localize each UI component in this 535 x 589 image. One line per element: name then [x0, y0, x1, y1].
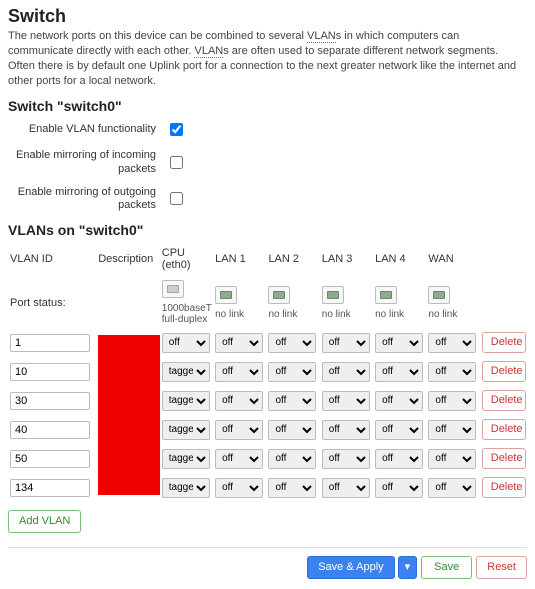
- port-status-lan1: no link: [215, 309, 264, 320]
- delete-vlan-button[interactable]: Delete: [482, 477, 526, 498]
- lan4-select[interactable]: offuntaggedtagged: [375, 478, 423, 498]
- port-icon-wan: [428, 286, 450, 304]
- lan4-select[interactable]: offuntaggedtagged: [375, 449, 423, 469]
- lan2-select[interactable]: offuntaggedtagged: [268, 449, 316, 469]
- lan2-select[interactable]: offuntaggedtagged: [268, 362, 316, 382]
- delete-vlan-button[interactable]: Delete: [482, 448, 526, 469]
- redacted-block: [98, 335, 160, 495]
- delete-vlan-button[interactable]: Delete: [482, 419, 526, 440]
- port-icon-lan3: [322, 286, 344, 304]
- vlan-row: offuntaggedtaggedoffuntaggedtaggedoffunt…: [8, 328, 527, 357]
- wan-select[interactable]: offuntaggedtagged: [428, 362, 476, 382]
- lan3-select[interactable]: offuntaggedtagged: [322, 478, 370, 498]
- port-status-label: Port status:: [8, 277, 96, 328]
- vlans-heading: VLANs on "switch0": [8, 222, 527, 238]
- lan3-select[interactable]: offuntaggedtagged: [322, 362, 370, 382]
- lan1-select[interactable]: offuntaggedtagged: [215, 449, 263, 469]
- lan4-select[interactable]: offuntaggedtagged: [375, 333, 423, 353]
- lan4-select[interactable]: offuntaggedtagged: [375, 420, 423, 440]
- lan3-select[interactable]: offuntaggedtagged: [322, 391, 370, 411]
- header-lan1: LAN 1: [213, 244, 266, 277]
- lan2-select[interactable]: offuntaggedtagged: [268, 333, 316, 353]
- header-cpu: CPU (eth0): [160, 244, 213, 277]
- cpu-select[interactable]: offuntaggedtagged: [162, 362, 210, 382]
- port-icon-cpu: [162, 280, 184, 298]
- wan-select[interactable]: offuntaggedtagged: [428, 449, 476, 469]
- wan-select[interactable]: offuntaggedtagged: [428, 391, 476, 411]
- vlan-row: offuntaggedtaggedoffuntaggedtaggedoffunt…: [8, 357, 527, 386]
- footer-actions: Save & Apply▾ Save Reset: [8, 547, 527, 589]
- header-lan3: LAN 3: [320, 244, 373, 277]
- wan-select[interactable]: offuntaggedtagged: [428, 420, 476, 440]
- lan1-select[interactable]: offuntaggedtagged: [215, 362, 263, 382]
- vlan-abbr: VLAN: [194, 45, 223, 58]
- port-icon-lan4: [375, 286, 397, 304]
- delete-vlan-button[interactable]: Delete: [482, 390, 526, 411]
- vlan-id-input[interactable]: [10, 363, 90, 381]
- lan4-select[interactable]: offuntaggedtagged: [375, 362, 423, 382]
- enable-vlan-checkbox[interactable]: [170, 123, 183, 136]
- lan3-select[interactable]: offuntaggedtagged: [322, 420, 370, 440]
- port-status-lan4: no link: [375, 309, 424, 320]
- switch-heading: Switch "switch0": [8, 98, 527, 114]
- page-description: The network ports on this device can be …: [8, 29, 527, 88]
- add-vlan-button[interactable]: Add VLAN: [8, 510, 81, 533]
- port-status-lan3: no link: [322, 309, 371, 320]
- vlan-id-input[interactable]: [10, 421, 90, 439]
- vlan-row: offuntaggedtaggedoffuntaggedtaggedoffunt…: [8, 386, 527, 415]
- port-status-row: Port status: 1000baseT full-duplex no li…: [8, 277, 527, 328]
- lan1-select[interactable]: offuntaggedtagged: [215, 391, 263, 411]
- vlan-id-input[interactable]: [10, 392, 90, 410]
- save-button[interactable]: Save: [421, 556, 472, 579]
- lan3-select[interactable]: offuntaggedtagged: [322, 333, 370, 353]
- mirror-incoming-checkbox[interactable]: [170, 156, 183, 169]
- vlan-abbr: VLAN: [307, 30, 336, 43]
- page-title: Switch: [8, 6, 527, 27]
- header-lan4: LAN 4: [373, 244, 426, 277]
- header-lan2: LAN 2: [266, 244, 319, 277]
- vlans-table: VLAN ID Description CPU (eth0) LAN 1 LAN…: [8, 244, 527, 502]
- mirror-incoming-label: Enable mirroring of incoming packets: [8, 149, 166, 175]
- vlan-row: offuntaggedtaggedoffuntaggedtaggedoffunt…: [8, 415, 527, 444]
- reset-button[interactable]: Reset: [476, 556, 527, 579]
- cpu-select[interactable]: offuntaggedtagged: [162, 391, 210, 411]
- lan2-select[interactable]: offuntaggedtagged: [268, 391, 316, 411]
- cpu-select[interactable]: offuntaggedtagged: [162, 478, 210, 498]
- port-status-lan2: no link: [268, 309, 317, 320]
- mirror-outgoing-label: Enable mirroring of outgoing packets: [8, 186, 166, 212]
- cpu-select[interactable]: offuntaggedtagged: [162, 333, 210, 353]
- lan1-select[interactable]: offuntaggedtagged: [215, 420, 263, 440]
- port-status-cpu: 1000baseT full-duplex: [162, 303, 211, 325]
- delete-vlan-button[interactable]: Delete: [482, 332, 526, 353]
- vlan-row: offuntaggedtaggedoffuntaggedtaggedoffunt…: [8, 444, 527, 473]
- port-icon-lan2: [268, 286, 290, 304]
- wan-select[interactable]: offuntaggedtagged: [428, 333, 476, 353]
- lan4-select[interactable]: offuntaggedtagged: [375, 391, 423, 411]
- header-description: Description: [96, 244, 160, 277]
- vlan-id-input[interactable]: [10, 450, 90, 468]
- save-apply-dropdown[interactable]: ▾: [398, 556, 418, 579]
- port-icon-lan1: [215, 286, 237, 304]
- lan1-select[interactable]: offuntaggedtagged: [215, 478, 263, 498]
- vlan-id-input[interactable]: [10, 334, 90, 352]
- lan3-select[interactable]: offuntaggedtagged: [322, 449, 370, 469]
- cpu-select[interactable]: offuntaggedtagged: [162, 449, 210, 469]
- wan-select[interactable]: offuntaggedtagged: [428, 478, 476, 498]
- port-status-wan: no link: [428, 309, 477, 320]
- enable-vlan-label: Enable VLAN functionality: [8, 123, 166, 136]
- header-vlan-id: VLAN ID: [8, 244, 96, 277]
- save-apply-button[interactable]: Save & Apply: [307, 556, 394, 579]
- vlan-row: offuntaggedtaggedoffuntaggedtaggedoffunt…: [8, 473, 527, 502]
- header-wan: WAN: [426, 244, 479, 277]
- mirror-outgoing-checkbox[interactable]: [170, 192, 183, 205]
- delete-vlan-button[interactable]: Delete: [482, 361, 526, 382]
- vlan-id-input[interactable]: [10, 479, 90, 497]
- cpu-select[interactable]: offuntaggedtagged: [162, 420, 210, 440]
- lan2-select[interactable]: offuntaggedtagged: [268, 478, 316, 498]
- lan1-select[interactable]: offuntaggedtagged: [215, 333, 263, 353]
- lan2-select[interactable]: offuntaggedtagged: [268, 420, 316, 440]
